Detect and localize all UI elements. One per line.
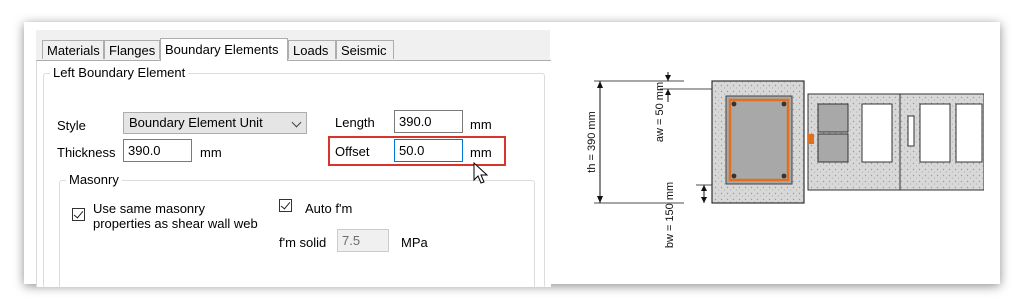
wall-web-blocks bbox=[807, 93, 984, 191]
tab-strip: Materials Flanges Boundary Elements Load… bbox=[36, 38, 550, 61]
mouse-pointer-icon bbox=[473, 162, 489, 184]
masonry-group: Masonry Use same masonry properties as s… bbox=[59, 172, 535, 289]
same-properties-label-line1: Use same masonry bbox=[93, 201, 205, 216]
auto-fm-checkbox[interactable] bbox=[279, 199, 292, 212]
length-input[interactable]: 390.0 bbox=[394, 110, 463, 133]
left-boundary-element-title: Left Boundary Element bbox=[50, 65, 189, 80]
bw-dimension-label: bw = 150 mm bbox=[664, 182, 676, 248]
auto-fm-label: Auto f'm bbox=[305, 201, 353, 216]
th-dimension-label: th = 390 mm bbox=[586, 111, 598, 172]
offset-label: Offset bbox=[335, 144, 370, 159]
screenshot-card: Materials Flanges Boundary Elements Load… bbox=[24, 22, 1000, 289]
tab-loads[interactable]: Loads bbox=[288, 40, 336, 59]
style-select-value: Boundary Element Unit bbox=[129, 115, 263, 130]
length-label: Length bbox=[335, 115, 375, 130]
style-label: Style bbox=[57, 118, 86, 133]
fm-solid-label: f'm solid bbox=[279, 235, 327, 250]
offset-unit: mm bbox=[470, 145, 492, 160]
masonry-title: Masonry bbox=[66, 172, 122, 187]
style-select[interactable]: Boundary Element Unit bbox=[123, 112, 307, 134]
thickness-unit: mm bbox=[200, 145, 222, 160]
boundary-element-unit bbox=[711, 80, 805, 204]
properties-dialog: Materials Flanges Boundary Elements Load… bbox=[36, 30, 551, 289]
aw-dimension-label: aw = 50 mm bbox=[654, 82, 666, 142]
same-properties-checkbox[interactable] bbox=[72, 208, 85, 221]
chevron-down-icon bbox=[291, 117, 302, 128]
offset-input[interactable]: 50.0 bbox=[394, 139, 463, 162]
length-unit: mm bbox=[470, 117, 492, 132]
thickness-input[interactable]: 390.0 bbox=[123, 139, 192, 162]
same-properties-label-line2: properties as shear wall web bbox=[93, 216, 258, 231]
thickness-label: Thickness bbox=[57, 145, 116, 160]
boundary-element-diagram: th = 390 mm aw = 50 mm bw = 150 mm bbox=[586, 72, 984, 248]
fm-solid-input[interactable]: 7.5 bbox=[337, 229, 389, 252]
tab-materials[interactable]: Materials bbox=[42, 40, 104, 59]
tab-seismic[interactable]: Seismic bbox=[336, 40, 394, 59]
tab-boundary-elements[interactable]: Boundary Elements bbox=[160, 38, 288, 61]
tab-flanges[interactable]: Flanges bbox=[104, 40, 160, 59]
left-boundary-element-group: Left Boundary Element Style Boundary Ele… bbox=[43, 65, 545, 289]
fm-solid-unit: MPa bbox=[401, 235, 428, 250]
